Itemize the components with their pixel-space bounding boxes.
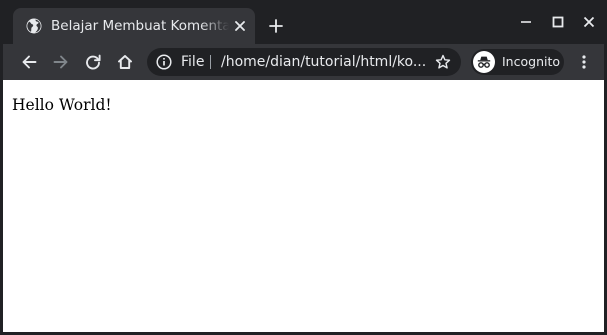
kebab-menu-icon: [582, 55, 586, 69]
home-button[interactable]: [111, 48, 139, 76]
minimize-icon: [521, 21, 531, 23]
omnibox-separator: [210, 55, 211, 69]
info-icon[interactable]: [156, 54, 172, 70]
maximize-button[interactable]: [544, 10, 572, 34]
new-tab-button[interactable]: [265, 15, 287, 37]
star-icon[interactable]: [435, 54, 451, 70]
arrow-forward-icon: [53, 55, 68, 69]
home-icon: [118, 55, 132, 69]
incognito-icon: [473, 51, 495, 73]
tab-title: Belajar Membuat Komentar di HTML: [51, 18, 229, 34]
maximize-icon: [552, 16, 564, 28]
active-tab[interactable]: Belajar Membuat Komentar di HTML: [13, 8, 255, 44]
page-body-text: Hello World!: [12, 96, 112, 114]
browser-menu-button[interactable]: [572, 48, 596, 76]
close-icon: [583, 16, 595, 28]
tab-strip: Belajar Membuat Komentar di HTML: [3, 0, 604, 44]
plus-icon: [269, 19, 283, 33]
back-button[interactable]: [15, 48, 43, 76]
incognito-profile-button[interactable]: Incognito: [471, 49, 564, 75]
arrow-back-icon: [22, 55, 37, 69]
incognito-label: Incognito: [502, 54, 561, 69]
toolbar: File /home/dian/tutorial/html/ko... Inco: [3, 44, 604, 80]
forward-button[interactable]: [47, 48, 75, 76]
address-bar[interactable]: File /home/dian/tutorial/html/ko...: [147, 48, 461, 76]
minimize-button[interactable]: [512, 10, 540, 34]
page-viewport: Hello World!: [3, 80, 604, 332]
close-window-button[interactable]: [575, 10, 603, 34]
browser-window: Belajar Membuat Komentar di HTML: [0, 0, 607, 335]
reload-button[interactable]: [79, 48, 107, 76]
tab-close-icon[interactable]: [231, 17, 249, 35]
scheme-label: File: [181, 54, 205, 70]
reload-icon: [86, 54, 101, 70]
url-text[interactable]: /home/dian/tutorial/html/ko...: [221, 52, 431, 72]
globe-icon: [26, 18, 42, 34]
